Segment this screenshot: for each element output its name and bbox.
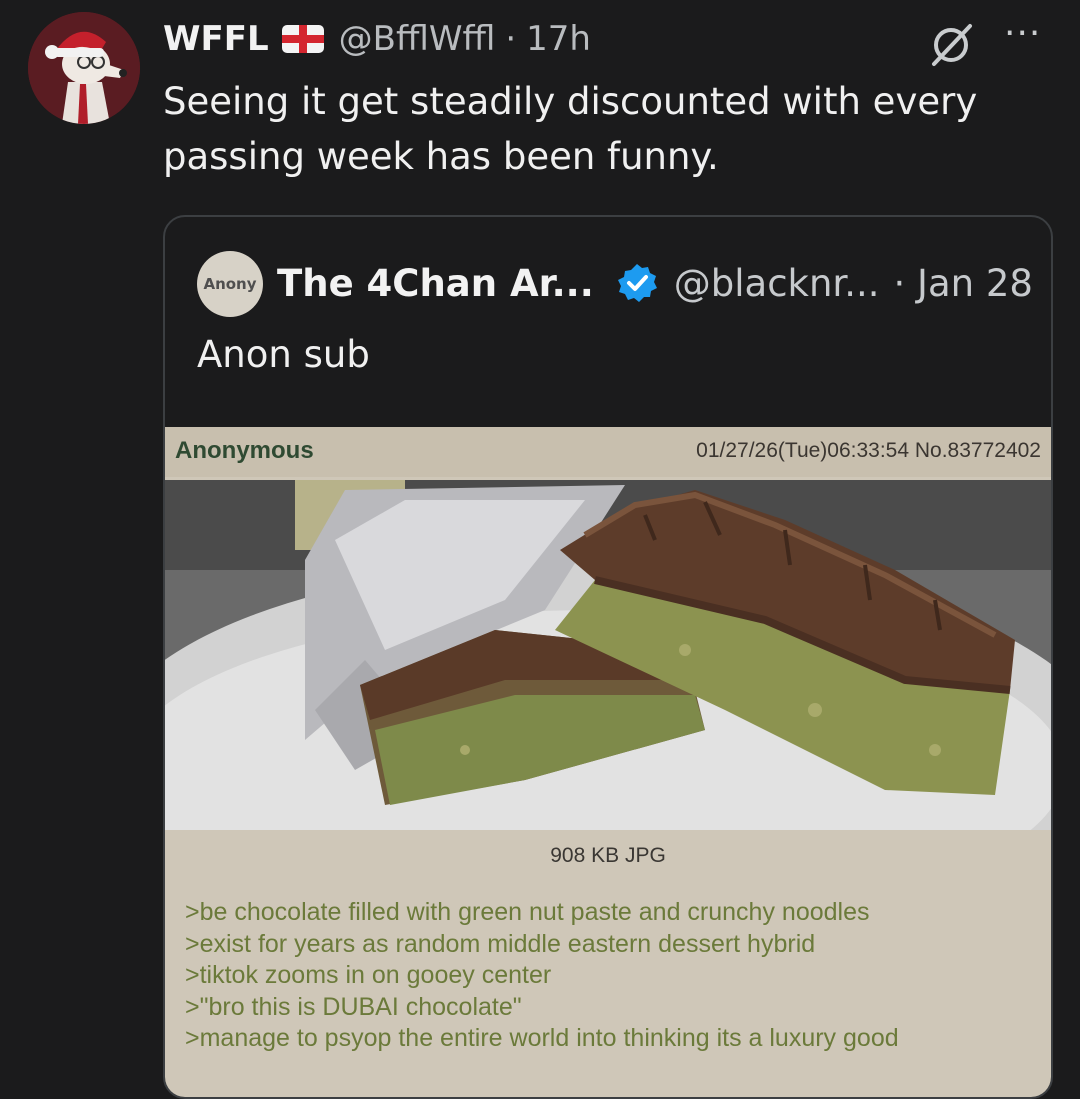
greentext-line: >be chocolate filled with green nut past… — [185, 898, 870, 926]
avatar-text: Anony — [203, 275, 257, 293]
greentext-line: >tiktok zooms in on gooey center — [185, 961, 552, 989]
author-name[interactable]: WFFL — [163, 19, 269, 59]
quoted-tweet-card[interactable]: Anony The 4Chan Ar... @blacknr... · Jan … — [163, 215, 1053, 1099]
post-header: Anonymous 01/27/26(Tue)06:33:54 No.83772… — [165, 427, 1051, 477]
file-info[interactable]: 908 KB JPG — [165, 844, 1051, 868]
separator-dot: · — [505, 19, 517, 59]
forum-post-screenshot[interactable]: Anonymous 01/27/26(Tue)06:33:54 No.83772… — [165, 427, 1051, 1097]
no-symbol-icon[interactable] — [926, 20, 976, 68]
author-handle[interactable]: @BfflWffl — [339, 19, 496, 59]
quoted-tweet-header: The 4Chan Ar... @blacknr... · Jan 28 — [277, 257, 1033, 309]
tweet-time[interactable]: 17h — [526, 19, 591, 59]
author-avatar[interactable] — [28, 12, 140, 124]
quoted-author-avatar[interactable]: Anony — [197, 251, 263, 317]
greentext-body: >be chocolate filled with green nut past… — [185, 897, 1035, 1055]
quoted-tweet-date[interactable]: · Jan 28 — [894, 262, 1033, 305]
poster-name: Anonymous — [175, 437, 314, 464]
quoted-author-handle[interactable]: @blacknr... — [674, 262, 880, 305]
more-options-icon[interactable]: ··· — [1004, 16, 1041, 52]
greentext-line: >"bro this is DUBAI chocolate" — [185, 992, 522, 1021]
quoted-author-name[interactable]: The 4Chan Ar... — [277, 262, 594, 305]
tweet-text: Seeing it get steadily discounted with e… — [163, 80, 978, 178]
avatar-illustration — [28, 12, 140, 124]
chocolate-photo-illustration — [165, 480, 1051, 830]
verified-badge-icon — [617, 264, 657, 302]
greentext-line: >exist for years as random middle easter… — [185, 929, 816, 958]
england-flag-icon — [281, 25, 324, 53]
tweet-header: WFFL @BfflWffl · 17h — [163, 16, 591, 62]
post-meta: 01/27/26(Tue)06:33:54 No.83772402 — [696, 439, 1041, 462]
quoted-tweet-text: Anon sub — [197, 333, 370, 376]
chocolate-bar-photo[interactable] — [165, 480, 1051, 830]
greentext-line: >manage to psyop the entire world into t… — [185, 1024, 899, 1052]
